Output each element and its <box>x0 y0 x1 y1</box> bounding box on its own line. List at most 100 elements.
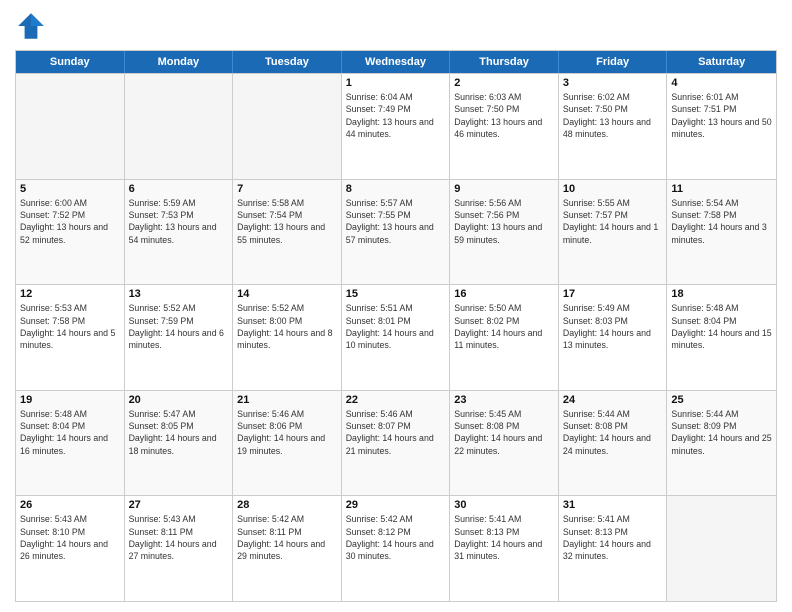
header <box>15 10 777 42</box>
day-cell-20: 20 Sunrise: 5:47 AM Sunset: 8:05 PM Dayli… <box>125 391 234 496</box>
day-number: 1 <box>346 77 446 89</box>
day-cell-2: 2 Sunrise: 6:03 AM Sunset: 7:50 PM Daylig… <box>450 74 559 179</box>
day-number: 18 <box>671 288 772 300</box>
day-cell-1: 1 Sunrise: 6:04 AM Sunset: 7:49 PM Daylig… <box>342 74 451 179</box>
cell-text: Sunrise: 5:56 AM Sunset: 7:56 PM Dayligh… <box>454 197 554 246</box>
day-number: 27 <box>129 499 229 511</box>
day-cell-6: 6Sunrise: 5:59 AM Sunset: 7:53 PM Daylig… <box>125 180 234 285</box>
day-cell-26: 26Sunrise: 5:43 AM Sunset: 8:10 PM Dayli… <box>16 496 125 601</box>
cell-text: Sunrise: 5:44 AM Sunset: 8:08 PM Dayligh… <box>563 408 663 457</box>
logo-icon <box>15 10 47 42</box>
cell-text: Sunrise: 5:48 AM Sunset: 8:04 PM Dayligh… <box>20 408 120 457</box>
cell-text: Sunrise: 5:52 AM Sunset: 8:00 PM Dayligh… <box>237 302 337 351</box>
cell-text: Sunrise: 5:43 AM Sunset: 8:10 PM Dayligh… <box>20 513 120 562</box>
day-cell-25: 25 Sunrise: 5:44 AM Sunset: 8:09 PM Dayli… <box>667 391 776 496</box>
day-cell-8: 8 Sunrise: 5:57 AM Sunset: 7:55 PM Daylig… <box>342 180 451 285</box>
day-number: 21 <box>237 394 337 406</box>
day-cell-21: 21 Sunrise: 5:46 AM Sunset: 8:06 PM Dayli… <box>233 391 342 496</box>
day-number: 5 <box>20 183 120 195</box>
day-number: 22 <box>346 394 446 406</box>
day-number: 25 <box>671 394 772 406</box>
cell-text: Sunrise: 5:54 AM Sunset: 7:58 PM Dayligh… <box>671 197 772 246</box>
cell-text: Sunrise: 5:46 AM Sunset: 8:07 PM Dayligh… <box>346 408 446 457</box>
calendar: SundayMondayTuesdayWednesdayThursdayFrid… <box>15 50 777 602</box>
day-cell-4: 4Sunrise: 6:01 AM Sunset: 7:51 PM Daylig… <box>667 74 776 179</box>
day-number: 24 <box>563 394 663 406</box>
empty-cell <box>233 74 342 179</box>
day-number: 20 <box>129 394 229 406</box>
day-number: 14 <box>237 288 337 300</box>
cell-text: Sunrise: 5:41 AM Sunset: 8:13 PM Dayligh… <box>454 513 554 562</box>
cell-text: Sunrise: 5:58 AM Sunset: 7:54 PM Dayligh… <box>237 197 337 246</box>
cell-text: Sunrise: 5:46 AM Sunset: 8:06 PM Dayligh… <box>237 408 337 457</box>
day-number: 9 <box>454 183 554 195</box>
day-cell-3: 3 Sunrise: 6:02 AM Sunset: 7:50 PM Daylig… <box>559 74 668 179</box>
day-cell-23: 23 Sunrise: 5:45 AM Sunset: 8:08 PM Dayli… <box>450 391 559 496</box>
cell-text: Sunrise: 5:43 AM Sunset: 8:11 PM Dayligh… <box>129 513 229 562</box>
day-number: 8 <box>346 183 446 195</box>
page: SundayMondayTuesdayWednesdayThursdayFrid… <box>0 0 792 612</box>
day-cell-5: 5 Sunrise: 6:00 AM Sunset: 7:52 PM Daylig… <box>16 180 125 285</box>
day-cell-28: 28Sunrise: 5:42 AM Sunset: 8:11 PM Dayli… <box>233 496 342 601</box>
day-number: 13 <box>129 288 229 300</box>
cell-text: Sunrise: 6:02 AM Sunset: 7:50 PM Dayligh… <box>563 91 663 140</box>
day-number: 19 <box>20 394 120 406</box>
day-cell-18: 18Sunrise: 5:48 AM Sunset: 8:04 PM Dayli… <box>667 285 776 390</box>
day-number: 7 <box>237 183 337 195</box>
day-cell-17: 17Sunrise: 5:49 AM Sunset: 8:03 PM Dayli… <box>559 285 668 390</box>
cell-text: Sunrise: 5:41 AM Sunset: 8:13 PM Dayligh… <box>563 513 663 562</box>
day-cell-14: 14 Sunrise: 5:52 AM Sunset: 8:00 PM Dayli… <box>233 285 342 390</box>
cell-text: Sunrise: 5:44 AM Sunset: 8:09 PM Dayligh… <box>671 408 772 457</box>
day-cell-12: 12 Sunrise: 5:53 AM Sunset: 7:58 PM Dayli… <box>16 285 125 390</box>
logo <box>15 10 51 42</box>
day-cell-31: 31 Sunrise: 5:41 AM Sunset: 8:13 PM Dayli… <box>559 496 668 601</box>
empty-cell <box>125 74 234 179</box>
header-day-saturday: Saturday <box>667 51 776 73</box>
day-number: 23 <box>454 394 554 406</box>
cell-text: Sunrise: 5:57 AM Sunset: 7:55 PM Dayligh… <box>346 197 446 246</box>
calendar-row-3: 19 Sunrise: 5:48 AM Sunset: 8:04 PM Dayli… <box>16 390 776 496</box>
empty-cell <box>667 496 776 601</box>
day-cell-7: 7 Sunrise: 5:58 AM Sunset: 7:54 PM Daylig… <box>233 180 342 285</box>
day-number: 28 <box>237 499 337 511</box>
calendar-row-0: 1 Sunrise: 6:04 AM Sunset: 7:49 PM Daylig… <box>16 73 776 179</box>
header-day-friday: Friday <box>559 51 668 73</box>
day-cell-11: 11 Sunrise: 5:54 AM Sunset: 7:58 PM Dayli… <box>667 180 776 285</box>
day-number: 11 <box>671 183 772 195</box>
calendar-header: SundayMondayTuesdayWednesdayThursdayFrid… <box>16 51 776 73</box>
day-cell-16: 16Sunrise: 5:50 AM Sunset: 8:02 PM Dayli… <box>450 285 559 390</box>
day-cell-30: 30 Sunrise: 5:41 AM Sunset: 8:13 PM Dayli… <box>450 496 559 601</box>
calendar-row-2: 12 Sunrise: 5:53 AM Sunset: 7:58 PM Dayli… <box>16 284 776 390</box>
calendar-body: 1 Sunrise: 6:04 AM Sunset: 7:49 PM Daylig… <box>16 73 776 601</box>
day-number: 3 <box>563 77 663 89</box>
calendar-row-4: 26Sunrise: 5:43 AM Sunset: 8:10 PM Dayli… <box>16 495 776 601</box>
header-day-wednesday: Wednesday <box>342 51 451 73</box>
cell-text: Sunrise: 5:55 AM Sunset: 7:57 PM Dayligh… <box>563 197 663 246</box>
day-cell-24: 24 Sunrise: 5:44 AM Sunset: 8:08 PM Dayli… <box>559 391 668 496</box>
day-cell-29: 29Sunrise: 5:42 AM Sunset: 8:12 PM Dayli… <box>342 496 451 601</box>
calendar-row-1: 5 Sunrise: 6:00 AM Sunset: 7:52 PM Daylig… <box>16 179 776 285</box>
header-day-sunday: Sunday <box>16 51 125 73</box>
day-number: 17 <box>563 288 663 300</box>
day-number: 29 <box>346 499 446 511</box>
day-number: 2 <box>454 77 554 89</box>
cell-text: Sunrise: 5:47 AM Sunset: 8:05 PM Dayligh… <box>129 408 229 457</box>
cell-text: Sunrise: 6:01 AM Sunset: 7:51 PM Dayligh… <box>671 91 772 140</box>
cell-text: Sunrise: 6:04 AM Sunset: 7:49 PM Dayligh… <box>346 91 446 140</box>
empty-cell <box>16 74 125 179</box>
day-number: 15 <box>346 288 446 300</box>
cell-text: Sunrise: 5:52 AM Sunset: 7:59 PM Dayligh… <box>129 302 229 351</box>
day-cell-27: 27 Sunrise: 5:43 AM Sunset: 8:11 PM Dayli… <box>125 496 234 601</box>
day-cell-10: 10 Sunrise: 5:55 AM Sunset: 7:57 PM Dayli… <box>559 180 668 285</box>
day-number: 12 <box>20 288 120 300</box>
cell-text: Sunrise: 6:03 AM Sunset: 7:50 PM Dayligh… <box>454 91 554 140</box>
day-number: 10 <box>563 183 663 195</box>
cell-text: Sunrise: 6:00 AM Sunset: 7:52 PM Dayligh… <box>20 197 120 246</box>
cell-text: Sunrise: 5:53 AM Sunset: 7:58 PM Dayligh… <box>20 302 120 351</box>
day-number: 31 <box>563 499 663 511</box>
day-cell-15: 15Sunrise: 5:51 AM Sunset: 8:01 PM Dayli… <box>342 285 451 390</box>
day-cell-9: 9 Sunrise: 5:56 AM Sunset: 7:56 PM Daylig… <box>450 180 559 285</box>
day-cell-19: 19 Sunrise: 5:48 AM Sunset: 8:04 PM Dayli… <box>16 391 125 496</box>
day-number: 30 <box>454 499 554 511</box>
cell-text: Sunrise: 5:45 AM Sunset: 8:08 PM Dayligh… <box>454 408 554 457</box>
